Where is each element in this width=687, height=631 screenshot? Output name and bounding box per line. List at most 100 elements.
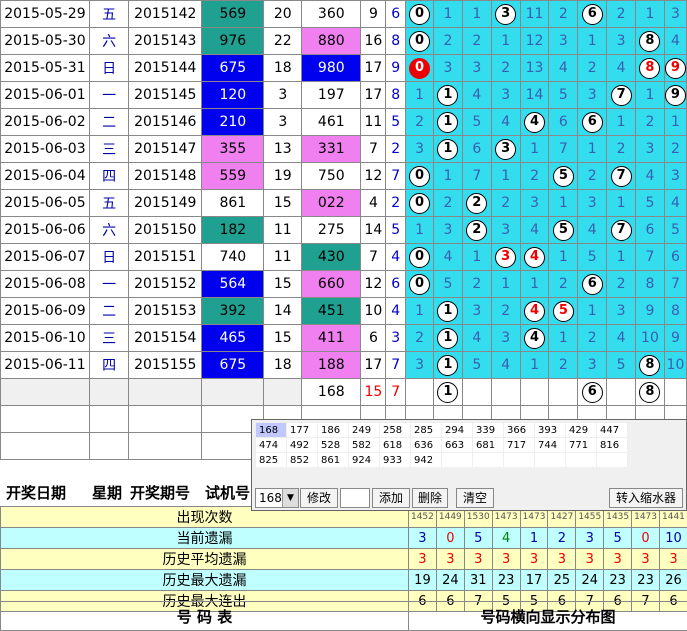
- number-ball: 5: [553, 301, 574, 322]
- draw-number: 411: [302, 325, 361, 352]
- combo-number[interactable]: [597, 453, 628, 468]
- delete-button[interactable]: 删除: [412, 488, 448, 508]
- stats-value: 3: [548, 549, 576, 570]
- distribution-cell: 0: [406, 55, 434, 82]
- trial-number: 564: [202, 271, 264, 298]
- add-button[interactable]: 添加: [372, 488, 410, 508]
- combo-number[interactable]: 618: [380, 438, 411, 453]
- combo-number[interactable]: 294: [442, 423, 473, 438]
- combo-number[interactable]: 933: [380, 453, 411, 468]
- modify-button[interactable]: 修改: [300, 488, 338, 508]
- distribution-cell: 3: [520, 190, 549, 217]
- combo-popup[interactable]: 1681771862492582852943393663934294474744…: [251, 419, 687, 511]
- draw-number: 430: [302, 244, 361, 271]
- span-b: 6: [386, 271, 406, 298]
- combo-number[interactable]: 177: [287, 423, 318, 438]
- combo-number[interactable]: 474: [256, 438, 287, 453]
- combo-number[interactable]: 168: [256, 423, 287, 438]
- combo-number[interactable]: 861: [318, 453, 349, 468]
- distribution-cell: 1: [578, 298, 607, 325]
- number-ball: 2: [466, 220, 487, 241]
- span-b: 7: [386, 163, 406, 190]
- combo-number[interactable]: 582: [349, 438, 380, 453]
- distribution-cell: 1: [520, 352, 549, 379]
- distribution-cell: 9: [664, 325, 686, 352]
- distribution-cell: 6: [578, 109, 607, 136]
- combo-number[interactable]: 924: [349, 453, 380, 468]
- issue-number: 2015148: [129, 163, 202, 190]
- combo-number[interactable]: 249: [349, 423, 380, 438]
- trial-sum: 18: [264, 352, 302, 379]
- combo-number[interactable]: 771: [566, 438, 597, 453]
- table-row: 2015-06-04四2015148559197501270171252743: [1, 163, 687, 190]
- number-ball: 3: [495, 139, 516, 160]
- distribution-cell: 3: [491, 244, 520, 271]
- combo-number[interactable]: 681: [473, 438, 504, 453]
- distribution-cell: 3: [578, 352, 607, 379]
- clear-button[interactable]: 清空: [456, 488, 494, 508]
- combo-number[interactable]: 717: [504, 438, 535, 453]
- distribution-cell: 5: [462, 109, 491, 136]
- trial-number: 465: [202, 325, 264, 352]
- combo-number[interactable]: [473, 453, 504, 468]
- distribution-cell: 2: [520, 163, 549, 190]
- weekday: 二: [89, 109, 129, 136]
- combo-number[interactable]: 393: [535, 423, 566, 438]
- issue-number: 2015151: [129, 244, 202, 271]
- combo-number[interactable]: 339: [473, 423, 504, 438]
- combo-number[interactable]: 852: [287, 453, 318, 468]
- issue-number: 2015153: [129, 298, 202, 325]
- combo-number[interactable]: 942: [411, 453, 442, 468]
- table-row: 2015-05-29五2015142569203609601131126213: [1, 1, 687, 28]
- summary-cell: [491, 379, 520, 406]
- distribution-cell: 1: [462, 244, 491, 271]
- distribution-cell: 1: [578, 28, 607, 55]
- combo-select[interactable]: 168▼: [255, 488, 299, 508]
- combo-number[interactable]: [504, 453, 535, 468]
- combo-number[interactable]: 366: [504, 423, 535, 438]
- draw-date: 2015-06-01: [1, 82, 90, 109]
- stats-value: 3: [409, 549, 437, 570]
- combo-number[interactable]: 663: [442, 438, 473, 453]
- number-ball: 6: [582, 382, 603, 403]
- stats-value: 0: [436, 528, 464, 549]
- distribution-cell: 1: [578, 136, 607, 163]
- combo-number[interactable]: 186: [318, 423, 349, 438]
- combo-number[interactable]: 816: [597, 438, 628, 453]
- distribution-cell: 5: [549, 217, 578, 244]
- number-ball: 6: [582, 112, 603, 133]
- distribution-cell: 2: [491, 190, 520, 217]
- distribution-cell: 4: [549, 55, 578, 82]
- distribution-cell: 4: [607, 325, 636, 352]
- distribution-cell: 3: [406, 352, 434, 379]
- combo-row: 168177186249258285294339366393429447: [256, 423, 628, 438]
- number-ball: 1: [437, 112, 458, 133]
- chevron-down-icon[interactable]: ▼: [282, 489, 298, 507]
- distribution-cell: 3: [607, 28, 636, 55]
- shrink-button[interactable]: 转入缩水器: [609, 488, 683, 508]
- distribution-cell: 1: [406, 217, 434, 244]
- combo-number[interactable]: 447: [597, 423, 628, 438]
- combo-number[interactable]: 492: [287, 438, 318, 453]
- number-ball: 0: [409, 247, 430, 268]
- combo-number[interactable]: [566, 453, 597, 468]
- combo-number[interactable]: 285: [411, 423, 442, 438]
- number-ball: 6: [582, 274, 603, 295]
- combo-number[interactable]: 258: [380, 423, 411, 438]
- weekday: 一: [89, 82, 129, 109]
- combo-number[interactable]: 528: [318, 438, 349, 453]
- combo-number[interactable]: 825: [256, 453, 287, 468]
- combo-number[interactable]: [535, 453, 566, 468]
- summary-draw: 168: [302, 379, 361, 406]
- combo-number[interactable]: 636: [411, 438, 442, 453]
- span-a: 11: [361, 109, 386, 136]
- combo-number[interactable]: 429: [566, 423, 597, 438]
- number-input[interactable]: [340, 488, 370, 508]
- draw-number: 880: [302, 28, 361, 55]
- draw-date: 2015-06-08: [1, 271, 90, 298]
- distribution-cell: 5: [578, 244, 607, 271]
- combo-number[interactable]: [442, 453, 473, 468]
- combo-number[interactable]: 744: [535, 438, 566, 453]
- distribution-cell: 4: [520, 325, 549, 352]
- distribution-cell: 1: [549, 244, 578, 271]
